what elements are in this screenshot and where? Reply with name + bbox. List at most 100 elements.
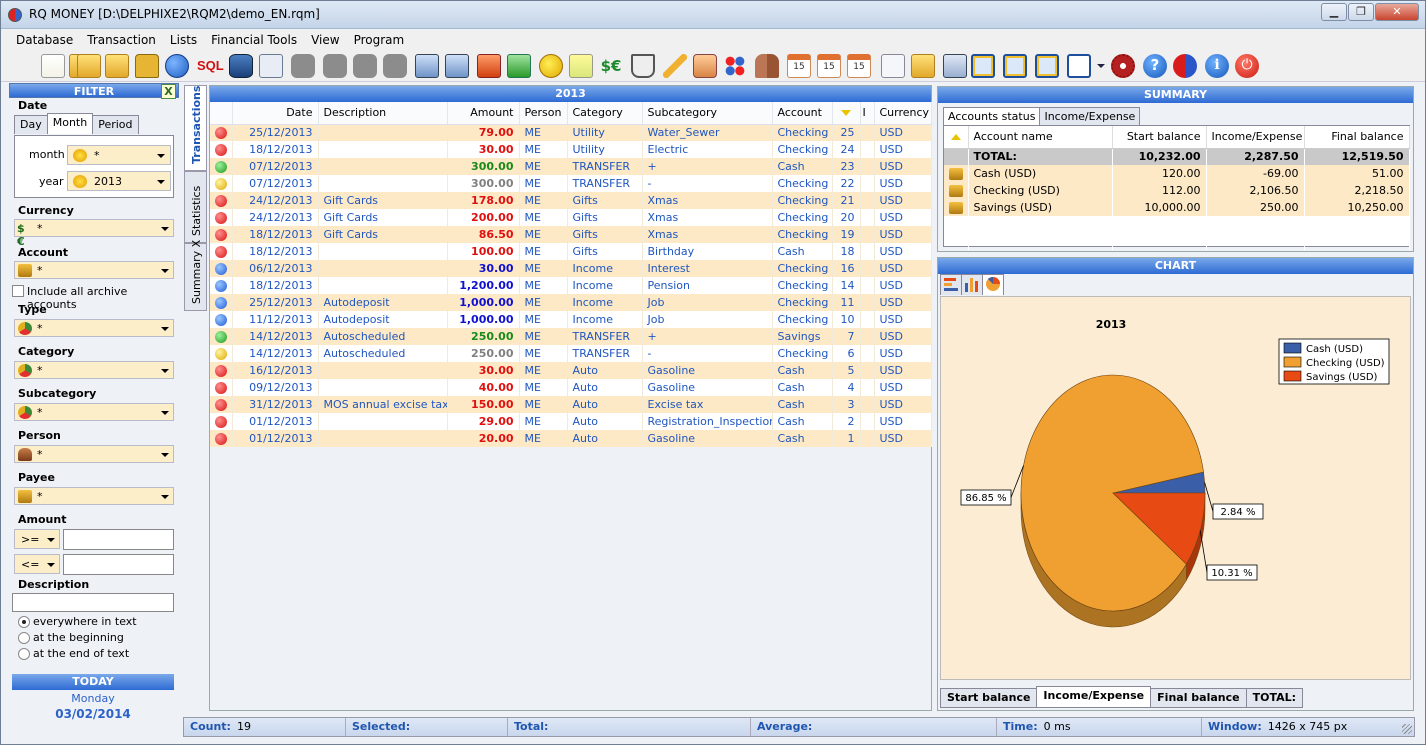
amount-min-input[interactable] [63,529,174,550]
table-row[interactable]: 24/12/2013 Gift Cards 200.00 ME Gifts Xmas Che… [210,209,932,226]
layout-dropdown-icon[interactable] [1097,64,1105,68]
payee-select[interactable]: * [14,487,174,505]
layout-top-icon[interactable] [1003,54,1027,78]
radio-beginning[interactable] [18,632,30,644]
menu-transaction[interactable]: Transaction [80,30,163,50]
dots-icon[interactable] [723,54,747,78]
lock-icon[interactable] [135,54,159,78]
col-income-expense[interactable]: Income/Expense [1206,126,1305,149]
power-icon[interactable]: ⏻ [1235,54,1259,78]
tab-bar-chart[interactable] [961,274,983,295]
table-row[interactable]: 18/12/2013 100.00 ME Gifts Birthday Cash 18 USD [210,243,932,260]
category-select[interactable]: * [14,361,174,379]
filter-close-button[interactable]: X [161,84,176,99]
today-date[interactable]: 03/02/2014 [12,707,174,721]
table-row[interactable]: 14/12/2013 Autoscheduled 250.00 ME TRANSFER +… [210,328,932,345]
table-row[interactable]: 01/12/2013 20.00 ME Auto Gasoline Cash 1 USD [210,430,932,447]
database-icon[interactable] [229,54,253,78]
layout-left-icon[interactable] [971,54,995,78]
person-select[interactable]: * [14,445,174,463]
amount-op1-select[interactable]: >= [14,529,60,549]
table-row[interactable]: 06/12/2013 30.00 ME Income Interest Checking 1… [210,260,932,277]
table-row[interactable]: 18/12/2013 1,200.00 ME Income Pension Checkin… [210,277,932,294]
col-status[interactable] [210,102,233,125]
amount-op2-select[interactable]: <= [14,554,60,574]
layout-right-icon[interactable] [1067,54,1091,78]
col-category[interactable]: Category [567,102,643,125]
maximize-button[interactable]: ❐ [1348,3,1374,21]
tab-income-expense[interactable]: Income/Expense [1039,107,1141,125]
tab-day[interactable]: Day [14,115,48,134]
type-select[interactable]: * [14,319,174,337]
month-select[interactable]: * [67,145,171,165]
table-row[interactable]: 07/12/2013 300.00 ME TRANSFER + Cash 23 USD [210,158,932,175]
close-button[interactable]: ✕ [1375,3,1419,21]
subcategory-select[interactable]: * [14,403,174,421]
cart-icon[interactable] [631,54,655,78]
pencil-icon[interactable] [663,54,687,78]
menu-program[interactable]: Program [347,30,412,50]
tab-hbar-chart[interactable] [940,274,962,295]
import-folder-icon[interactable] [77,54,101,78]
description-input[interactable] [12,593,174,612]
year-select[interactable]: 2013 [67,171,171,191]
tab-month[interactable]: Month [46,113,94,134]
play-circle-icon[interactable] [165,54,189,78]
menu-financial-tools[interactable]: Financial Tools [204,30,304,50]
col-id[interactable]: I [860,102,875,125]
col-person[interactable]: Person [519,102,568,125]
table-row[interactable]: 18/12/2013 Gift Cards 86.50 ME Gifts Xmas Chec… [210,226,932,243]
archive-checkbox[interactable] [12,285,24,297]
calendar-icon[interactable]: 15 [847,54,871,78]
comment-icon[interactable] [291,54,315,78]
help-icon[interactable]: ? [1143,54,1167,78]
summary-row[interactable]: Checking (USD) 112.00 2,106.50 2,218.50 [944,182,1410,199]
table-row[interactable]: 18/12/2013 30.00 ME Utility Electric Checking… [210,141,932,158]
gear-icon[interactable] [1111,54,1135,78]
currency-select[interactable]: $€ * [14,219,174,248]
menu-view[interactable]: View [304,30,346,50]
currency-icon[interactable]: $€ [599,54,623,78]
amount-max-input[interactable] [63,554,174,575]
table-row[interactable]: 25/12/2013 79.00 ME Utility Water_Sewer Check… [210,124,932,141]
table-row[interactable]: 24/12/2013 Gift Cards 178.00 ME Gifts Xmas Che… [210,192,932,209]
table-row[interactable]: 31/12/2013 MOS annual excise tax 150.00 ME A… [210,396,932,413]
tab-transactions[interactable]: Transactions [184,85,207,171]
card-icon[interactable] [259,54,283,78]
new-document-icon[interactable] [41,54,65,78]
coins-icon[interactable] [911,54,935,78]
col-amount[interactable]: Amount [447,102,520,125]
tab-statistics[interactable]: Statistics [184,171,207,243]
col-account-name[interactable]: Account name [968,126,1113,149]
export-folder-icon[interactable] [105,54,129,78]
menu-database[interactable]: Database [9,30,80,50]
strip-icon[interactable] [569,54,593,78]
comment-icon[interactable] [323,54,347,78]
upload-icon[interactable] [477,54,501,78]
summary-row[interactable]: Cash (USD) 120.00 -69.00 51.00 [944,165,1410,182]
radio-everywhere[interactable] [18,616,30,628]
graph-icon[interactable] [881,54,905,78]
people-icon[interactable] [755,54,779,78]
tab-total[interactable]: TOTAL: [1245,688,1304,708]
comment-icon[interactable] [353,54,377,78]
summary-sort[interactable] [944,126,969,149]
table-row[interactable]: 25/12/2013 Autodeposit 1,000.00 ME Income Job… [210,294,932,311]
calendar-icon[interactable]: 15 [787,54,811,78]
col-start-balance[interactable]: Start balance [1112,126,1207,149]
col-account[interactable]: Account [772,102,833,125]
tab-summary-x[interactable]: Summary X [184,240,207,311]
smiley-icon[interactable] [539,54,563,78]
radio-end[interactable] [18,648,30,660]
table-row[interactable]: 14/12/2013 Autoscheduled 250.00 ME TRANSFER -… [210,345,932,362]
calendar-icon[interactable]: 15 [817,54,841,78]
col-final-balance[interactable]: Final balance [1304,126,1410,149]
col-currency[interactable]: Currency [874,102,932,125]
info-icon[interactable]: i [1205,54,1229,78]
tab-start-balance[interactable]: Start balance [940,688,1038,708]
resize-grip[interactable] [1402,724,1412,734]
comment-icon[interactable] [383,54,407,78]
table-row[interactable]: 11/12/2013 Autodeposit 1,000.00 ME Income Job… [210,311,932,328]
menu-lists[interactable]: Lists [163,30,204,50]
tab-final-balance[interactable]: Final balance [1150,688,1247,708]
